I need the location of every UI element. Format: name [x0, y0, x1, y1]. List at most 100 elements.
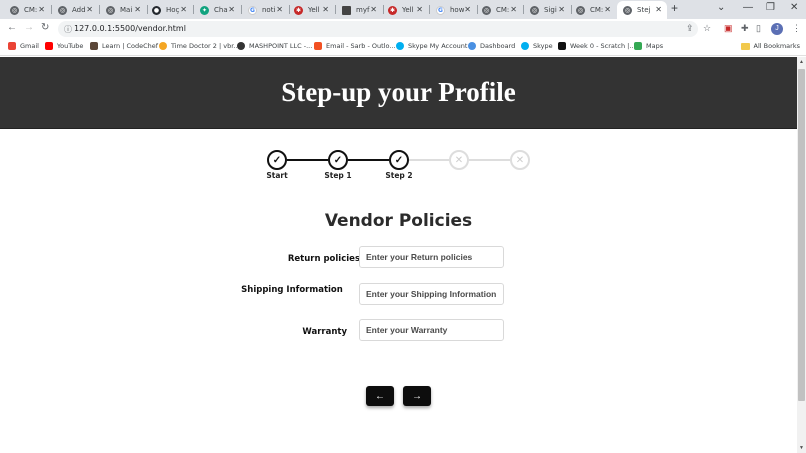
close-tab-icon[interactable]: ✕ — [86, 5, 93, 14]
return-policies-label: Return policies — [287, 254, 360, 264]
browser-tab[interactable]: ◎ Mai ✕ — [100, 1, 146, 19]
bookmark-codechef[interactable]: Learn | CodeChef — [90, 42, 158, 50]
bookmark-outlook[interactable]: Email - Sarb - Outlo... — [314, 42, 396, 50]
browser-tab[interactable]: Gnoti ✕ — [242, 1, 288, 19]
browser-tab[interactable]: ✦ Cha ✕ — [194, 1, 240, 19]
return-policies-input[interactable] — [359, 246, 504, 268]
browser-tab[interactable]: Ghow ✕ — [430, 1, 476, 19]
close-tab-icon[interactable]: ✕ — [228, 5, 235, 14]
bookmark-mashpoint[interactable]: MASHPOINT LLC -... — [237, 42, 312, 50]
scratch-icon — [558, 42, 566, 50]
close-tab-icon[interactable]: ✕ — [322, 5, 329, 14]
step-1: ✓ — [328, 150, 348, 170]
address-toolbar: ← → ↻ ⓘ 127.0.0.1:5500/vendor.html ⇪ ☆ ▣… — [0, 19, 806, 39]
chatgpt-icon: ✦ — [200, 5, 209, 15]
menu-kebab-icon[interactable]: ⋮ — [792, 23, 801, 34]
close-tab-icon[interactable]: ✕ — [134, 5, 141, 14]
globe-icon: ◎ — [58, 5, 67, 15]
codechef-icon — [90, 42, 98, 50]
skype-icon — [521, 42, 529, 50]
tab-search-icon[interactable]: ⌄ — [717, 2, 725, 13]
browser-tab[interactable]: ◎ CM: ✕ — [570, 1, 616, 19]
step-4: ✕ — [510, 150, 530, 170]
browser-tab[interactable]: ◎ Sigi ✕ — [524, 1, 570, 19]
share-icon[interactable]: ⇪ — [686, 23, 694, 34]
url-bar[interactable]: ⓘ 127.0.0.1:5500/vendor.html — [58, 21, 698, 37]
warranty-input[interactable] — [359, 319, 504, 341]
scroll-down-icon[interactable]: ▼ — [799, 445, 804, 451]
browser-tab[interactable]: ✱ Yell ✕ — [288, 1, 334, 19]
info-icon[interactable]: ⓘ — [64, 24, 72, 35]
browser-tab[interactable]: myf ✕ — [336, 1, 382, 19]
close-tab-icon[interactable]: ✕ — [38, 5, 45, 14]
forward-icon[interactable]: → — [24, 22, 34, 33]
next-button[interactable]: → — [403, 386, 431, 406]
scroll-up-icon[interactable]: ▲ — [799, 59, 804, 65]
bookmark-youtube[interactable]: YouTube — [45, 42, 83, 50]
side-panel-icon[interactable]: ▯ — [756, 23, 761, 34]
skype-icon — [396, 42, 404, 50]
globe-icon: ◎ — [10, 5, 19, 15]
shipping-information-input[interactable] — [359, 283, 504, 305]
bookmark-dashboard[interactable]: Dashboard — [468, 42, 515, 50]
profile-avatar[interactable]: J — [771, 23, 783, 35]
step-connector — [469, 159, 510, 161]
browser-tab[interactable]: ✱ Yell ✕ — [382, 1, 428, 19]
step-connector — [409, 159, 449, 161]
page-scrollbar[interactable]: ▲ ▼ — [797, 57, 806, 453]
globe-icon: ◎ — [482, 5, 491, 15]
bookmark-skype[interactable]: Skype — [521, 42, 553, 50]
browser-tab[interactable]: ◎ Add ✕ — [52, 1, 98, 19]
extensions-puzzle-icon[interactable]: ✚ — [741, 23, 749, 34]
step-2: ✓ — [389, 150, 409, 170]
yelp-icon: ✱ — [388, 5, 397, 15]
step-label: Step 1 — [324, 171, 352, 180]
step-connector — [348, 159, 389, 161]
cross-icon: ✕ — [515, 154, 525, 166]
close-tab-icon[interactable]: ✕ — [510, 5, 517, 14]
bookmark-skype-account[interactable]: Skype My Account — [396, 42, 467, 50]
page-viewport: Step-up your Profile ✓ ✓ ✓ ✕ ✕ Start Ste… — [0, 57, 797, 453]
close-tab-icon[interactable]: ✕ — [180, 5, 187, 14]
previous-button[interactable]: ← — [366, 386, 394, 406]
globe-icon: ◎ — [623, 5, 632, 15]
url-text[interactable]: 127.0.0.1:5500/vendor.html — [74, 24, 186, 33]
all-bookmarks[interactable]: All Bookmarks — [740, 42, 800, 50]
mashpoint-icon — [237, 42, 245, 50]
close-tab-icon[interactable]: ✕ — [276, 5, 283, 14]
close-tab-icon[interactable]: ✕ — [558, 5, 565, 14]
check-icon: ✓ — [272, 154, 282, 166]
back-icon[interactable]: ← — [7, 22, 17, 33]
bookmark-maps[interactable]: Maps — [634, 42, 663, 50]
reload-icon[interactable]: ↻ — [41, 22, 49, 33]
minimize-icon[interactable]: — — [743, 2, 753, 13]
close-tab-icon[interactable]: ✕ — [655, 5, 662, 14]
folder-icon — [740, 42, 750, 50]
cross-icon: ✕ — [454, 154, 464, 166]
browser-tab[interactable]: ● Hoç ✕ — [146, 1, 192, 19]
bookmark-timedoctor[interactable]: Time Doctor 2 | vbr... — [159, 42, 240, 50]
check-icon: ✓ — [333, 154, 343, 166]
extension-icon[interactable]: ▣ — [724, 23, 733, 34]
timedoctor-icon — [159, 42, 167, 50]
scrollbar-thumb[interactable] — [798, 69, 805, 401]
browser-tab[interactable]: ◎ CM: ✕ — [476, 1, 522, 19]
youtube-icon — [45, 42, 53, 50]
new-tab-icon[interactable]: + — [671, 1, 678, 15]
yelp-icon: ✱ — [294, 5, 303, 15]
browser-tab-active[interactable]: ◎ Stej ✕ — [617, 1, 667, 19]
close-tab-icon[interactable]: ✕ — [416, 5, 423, 14]
globe-icon: ◎ — [530, 5, 539, 15]
github-icon: ● — [152, 5, 161, 15]
close-tab-icon[interactable]: ✕ — [604, 5, 611, 14]
bookmark-gmail[interactable]: Gmail — [8, 42, 39, 50]
maximize-icon[interactable]: ❐ — [766, 2, 775, 13]
browser-tab[interactable]: ◎ CM: ✕ — [4, 1, 50, 19]
step-label: Start — [266, 171, 288, 180]
bookmark-scratch[interactable]: Week 0 - Scratch |... — [558, 42, 636, 50]
check-icon: ✓ — [394, 154, 404, 166]
close-tab-icon[interactable]: ✕ — [370, 5, 377, 14]
close-tab-icon[interactable]: ✕ — [464, 5, 471, 14]
close-window-icon[interactable]: ✕ — [790, 2, 798, 13]
bookmark-star-icon[interactable]: ☆ — [703, 23, 711, 34]
